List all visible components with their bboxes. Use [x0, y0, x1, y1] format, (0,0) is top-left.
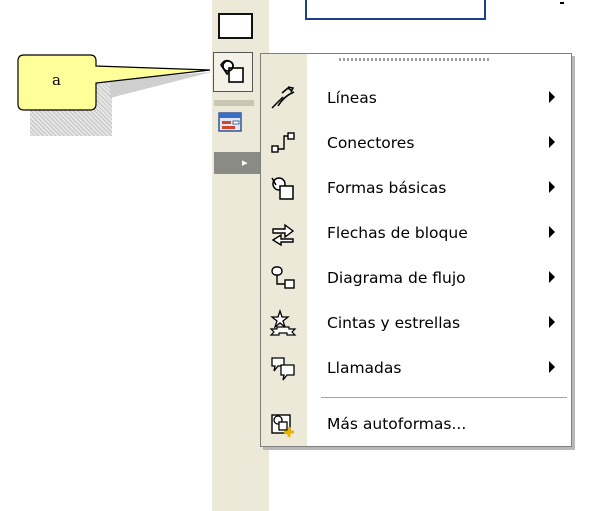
menu-item-basic-shapes[interactable]: Formas básicas	[261, 166, 571, 210]
submenu-arrow-icon	[549, 316, 555, 328]
callout-label: a	[52, 71, 61, 89]
menu-item-label: Cintas y estrellas	[327, 314, 461, 332]
menu-item-flowchart[interactable]: Diagrama de flujo	[261, 256, 571, 300]
submenu-arrow-icon	[549, 226, 555, 238]
menu-item-label: Formas básicas	[327, 179, 447, 197]
basic-shapes-icon	[271, 177, 294, 200]
menu-item-label: Líneas	[327, 89, 377, 107]
menu-item-lines[interactable]: Líneas	[261, 76, 571, 120]
menu-separator	[321, 397, 567, 398]
menu-item-label: Conectores	[327, 134, 415, 152]
menu-item-label: Más autoformas...	[327, 415, 467, 433]
menu-item-label: Flechas de bloque	[327, 224, 468, 242]
flowchart-icon	[271, 266, 295, 289]
submenu-arrow-icon	[549, 91, 555, 103]
more-autoshapes-icon	[271, 414, 294, 437]
block-arrows-icon	[271, 223, 295, 247]
stars-banners-icon	[269, 309, 297, 336]
submenu-arrow-icon	[549, 271, 555, 283]
menu-item-label: Diagrama de flujo	[327, 269, 466, 287]
menu-drag-handle[interactable]	[339, 58, 491, 61]
submenu-arrow-icon	[549, 136, 555, 148]
menu-item-block-arrows[interactable]: Flechas de bloque	[261, 211, 571, 255]
submenu-arrow-icon	[549, 181, 555, 193]
menu-item-connectors[interactable]: Conectores	[261, 121, 571, 165]
menu-item-callouts[interactable]: Llamadas	[261, 346, 571, 390]
connectors-icon	[271, 132, 295, 153]
menu-item-label: Llamadas	[327, 359, 402, 377]
menu-item-stars-banners[interactable]: Cintas y estrellas	[261, 301, 571, 345]
lines-icon	[271, 86, 295, 109]
menu-item-more-autoshapes[interactable]: Más autoformas...	[261, 402, 571, 446]
submenu-arrow-icon	[549, 361, 555, 373]
callouts-icon	[271, 357, 295, 381]
autoshapes-menu: Líneas Conectores Formas básicas Flechas…	[260, 53, 572, 447]
